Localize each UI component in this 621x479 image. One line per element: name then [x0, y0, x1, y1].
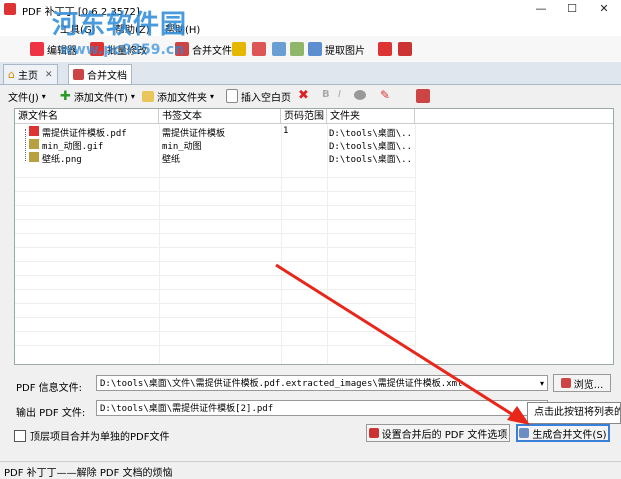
status-bar: PDF 补丁丁——解除 PDF 文档的烦恼 — [0, 461, 621, 479]
status-text: PDF 补丁丁——解除 PDF 文档的烦恼 — [4, 468, 173, 479]
annotation-arrow — [275, 263, 530, 425]
